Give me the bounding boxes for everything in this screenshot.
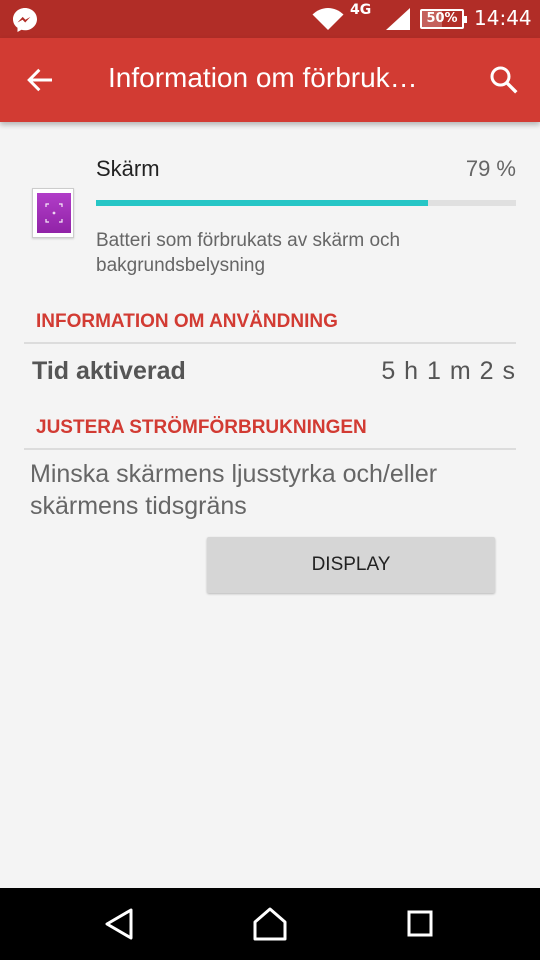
divider <box>24 342 516 344</box>
battery-percent: 50% <box>426 11 458 26</box>
item-description: Batteri som förbrukats av skärm och bakg… <box>96 230 401 276</box>
usage-progress-bar <box>96 200 516 206</box>
search-icon[interactable] <box>488 64 520 96</box>
usage-progress-fill <box>96 200 428 206</box>
power-tip-text: Minska skärmens ljusstyrka och/eller skä… <box>30 460 438 520</box>
status-bar: 4G 50% 14:44 <box>0 0 540 38</box>
usage-section-header: INFORMATION OM ANVÄNDNING <box>36 311 338 332</box>
clock: 14:44 <box>474 6 532 30</box>
divider <box>24 448 516 450</box>
signal-icon <box>386 8 410 30</box>
item-title: Skärm <box>96 156 160 181</box>
network-type: 4G <box>350 2 372 18</box>
screen-app-icon <box>32 188 74 238</box>
app-bar: Information om förbruk… <box>0 38 540 122</box>
active-time-label: Tid aktiverad <box>32 357 186 385</box>
wifi-icon <box>312 8 344 30</box>
display-button[interactable]: DISPLAY <box>207 537 495 593</box>
back-arrow-icon[interactable] <box>24 64 56 96</box>
back-nav-icon[interactable] <box>100 906 140 942</box>
recents-nav-icon[interactable] <box>400 906 440 942</box>
adjust-section-header: JUSTERA STRÖMFÖRBRUKNINGEN <box>36 417 367 438</box>
item-percent: 79 % <box>465 156 516 181</box>
active-time-value: 5 h 1 m 2 s <box>381 357 516 385</box>
home-nav-icon[interactable] <box>250 906 290 942</box>
messenger-icon[interactable] <box>12 7 38 33</box>
page-title: Information om förbruk… <box>108 62 418 93</box>
navigation-bar <box>0 888 540 960</box>
battery-icon: 50% <box>420 9 467 29</box>
